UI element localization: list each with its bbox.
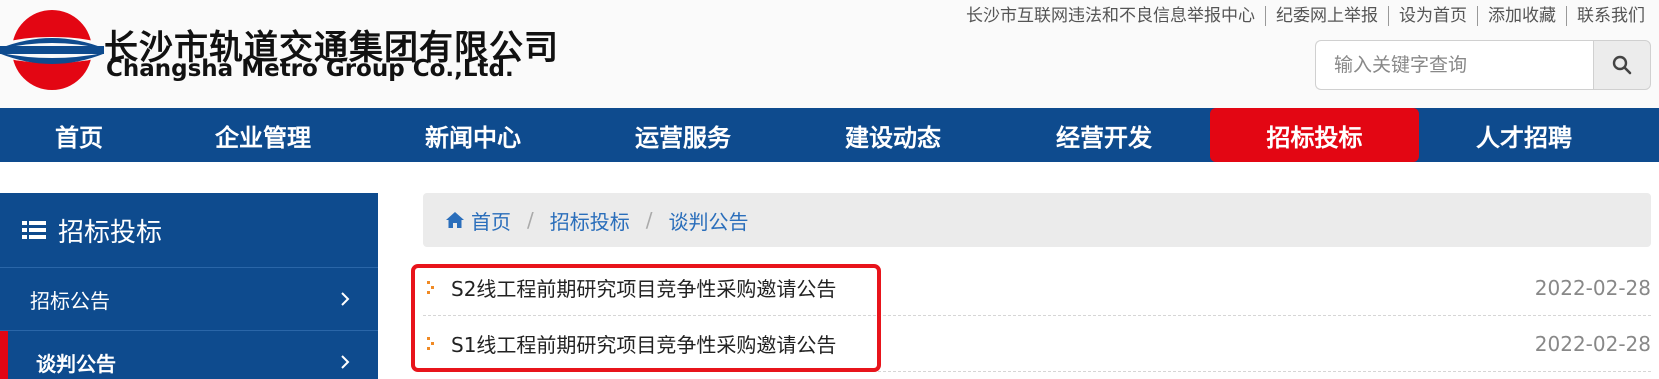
chevron-right-icon: [341, 292, 350, 306]
contact-us-link[interactable]: 联系我们: [1567, 6, 1645, 26]
nav-item-home[interactable]: 首页: [0, 108, 158, 162]
list-item[interactable]: S2线工程前期研究项目竞争性采购邀请公告 2022-02-28: [423, 260, 1651, 316]
nav-item-construction[interactable]: 建设动态: [788, 108, 998, 162]
bullet-icon: [427, 336, 434, 350]
breadcrumb: 首页 / 招标投标 / 谈判公告: [423, 193, 1651, 247]
report-center-link[interactable]: 长沙市互联网违法和不良信息举报中心: [956, 6, 1266, 26]
discipline-report-link[interactable]: 纪委网上举报: [1266, 6, 1389, 26]
set-homepage-link[interactable]: 设为首页: [1389, 6, 1478, 26]
metro-logo-icon: [0, 10, 104, 90]
sidebar-item-label: 招标公告: [30, 288, 110, 313]
sidebar-item-negotiation-notice[interactable]: 谈判公告: [0, 331, 378, 379]
nav-item-recruitment[interactable]: 人才招聘: [1419, 108, 1629, 162]
search-box: [1315, 40, 1651, 90]
list-item-date: 2022-02-28: [1534, 331, 1651, 356]
nav-item-news[interactable]: 新闻中心: [368, 108, 578, 162]
sidebar-item-bidding-notice[interactable]: 招标公告: [0, 268, 378, 331]
top-links: 长沙市互联网违法和不良信息举报中心 纪委网上举报 设为首页 添加收藏 联系我们: [956, 4, 1645, 28]
list-item-title[interactable]: S1线工程前期研究项目竞争性采购邀请公告: [451, 329, 836, 358]
breadcrumb-home[interactable]: 首页: [445, 206, 511, 235]
site-header: 长沙市轨道交通集团有限公司 Changsha Metro Group Co.,L…: [0, 0, 1659, 108]
nav-item-bidding[interactable]: 招标投标: [1210, 108, 1419, 162]
chevron-right-icon: [341, 355, 350, 369]
logo-english-name: Changsha Metro Group Co.,Ltd.: [106, 56, 514, 82]
notice-list: S2线工程前期研究项目竞争性采购邀请公告 2022-02-28 S1线工程前期研…: [423, 260, 1651, 372]
breadcrumb-separator: /: [527, 208, 534, 232]
nav-item-operations[interactable]: 运营服务: [578, 108, 788, 162]
nav-item-business[interactable]: 经营开发: [998, 108, 1210, 162]
main-nav: 首页 企业管理 新闻中心 运营服务 建设动态 经营开发 招标投标 人才招聘: [0, 108, 1659, 162]
sidebar-title-text: 招标投标: [58, 217, 163, 248]
breadcrumb-bidding[interactable]: 招标投标: [550, 206, 630, 235]
sidebar: 招标投标 招标公告 谈判公告: [0, 193, 378, 379]
list-item[interactable]: S1线工程前期研究项目竞争性采购邀请公告 2022-02-28: [423, 316, 1651, 372]
bullet-icon: [427, 280, 434, 294]
breadcrumb-home-label: 首页: [471, 209, 511, 234]
search-icon: [1612, 55, 1632, 75]
site-logo[interactable]: 长沙市轨道交通集团有限公司 Changsha Metro Group Co.,L…: [0, 6, 558, 92]
list-item-date: 2022-02-28: [1534, 275, 1651, 300]
nav-item-enterprise[interactable]: 企业管理: [158, 108, 368, 162]
sidebar-item-label: 谈判公告: [36, 351, 116, 376]
home-icon: [446, 212, 464, 228]
breadcrumb-current: 谈判公告: [668, 209, 749, 234]
breadcrumb-separator: /: [645, 208, 653, 232]
search-button[interactable]: [1593, 40, 1651, 90]
list-icon: [22, 221, 46, 239]
sidebar-title: 招标投标: [0, 193, 378, 268]
list-item-title[interactable]: S2线工程前期研究项目竞争性采购邀请公告: [451, 273, 836, 302]
search-input[interactable]: [1315, 40, 1593, 90]
add-favorite-link[interactable]: 添加收藏: [1478, 6, 1567, 26]
